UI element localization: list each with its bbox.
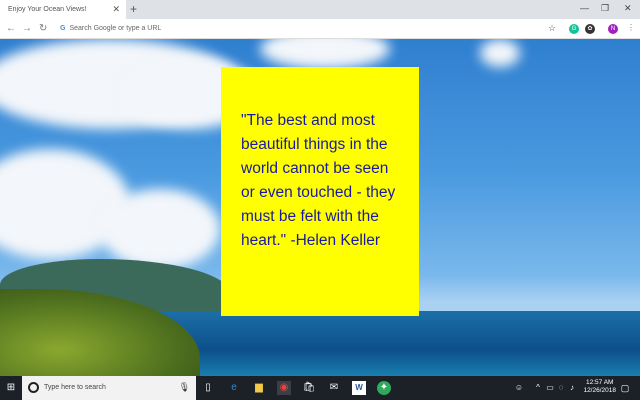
word-icon[interactable]: W — [352, 381, 366, 395]
mail-icon[interactable]: ✉ — [327, 381, 341, 395]
close-window-button[interactable]: ✕ — [624, 3, 632, 14]
menu-icon[interactable]: ⋮ — [627, 23, 635, 32]
date: 12/26/2018 — [583, 387, 616, 394]
minimize-button[interactable]: — — [580, 3, 589, 13]
browser-toolbar: ← → ↻ G Search Google or type a URL ☆ G ✿… — [0, 19, 640, 39]
google-icon: G — [60, 25, 66, 32]
taskbar: ⊞ Type here to search 🎙 ▯ e ▆ ◉ 🛍 ✉ W ✦ ☺… — [0, 376, 640, 400]
bookmark-star-icon[interactable]: ☆ — [548, 23, 556, 34]
back-button[interactable]: ← — [6, 23, 16, 34]
volume-icon[interactable]: ♪ — [565, 381, 579, 395]
restore-button[interactable]: ❐ — [601, 3, 609, 14]
file-explorer-icon[interactable]: ▆ — [252, 381, 266, 395]
store-icon[interactable]: 🛍 — [302, 381, 316, 395]
edge-icon[interactable]: e — [227, 381, 241, 395]
omnibox[interactable]: G Search Google or type a URL — [56, 22, 566, 36]
taskbar-search[interactable]: Type here to search 🎙 — [22, 376, 196, 400]
tab-title: Enjoy Your Ocean Views! — [8, 6, 87, 13]
cortana-icon — [28, 382, 39, 393]
quote-box: "The best and most beautiful things in t… — [221, 67, 419, 316]
tab-bar: Enjoy Your Ocean Views! ✕ + — ❐ ✕ — [0, 0, 640, 19]
omnibox-placeholder: Search Google or type a URL — [69, 25, 162, 32]
notifications-icon[interactable]: ▢ — [618, 381, 632, 395]
app-icon[interactable]: ✦ — [377, 381, 391, 395]
microphone-icon[interactable]: 🎙 — [179, 382, 190, 393]
ocean-background: "The best and most beautiful things in t… — [0, 39, 640, 376]
clock[interactable]: 12:57 AM 12/26/2018 — [583, 379, 616, 395]
close-tab-icon[interactable]: ✕ — [112, 4, 120, 15]
people-icon[interactable]: ☺ — [512, 381, 526, 395]
forward-button[interactable]: → — [22, 23, 32, 34]
extension-icon[interactable]: ✿ — [585, 24, 595, 34]
quote-text: "The best and most beautiful things in t… — [241, 112, 396, 249]
grammarly-extension-icon[interactable]: G — [569, 24, 579, 34]
search-placeholder: Type here to search — [44, 384, 106, 391]
tab-active[interactable]: Enjoy Your Ocean Views! ✕ — [0, 0, 126, 19]
new-tab-button[interactable]: + — [130, 2, 137, 16]
windows-start-icon[interactable]: ⊞ — [4, 381, 18, 395]
reload-button[interactable]: ↻ — [39, 23, 47, 34]
profile-avatar[interactable]: N — [608, 24, 618, 34]
chrome-icon[interactable]: ◉ — [277, 381, 291, 395]
task-view-icon[interactable]: ▯ — [201, 381, 215, 395]
time: 12:57 AM — [585, 379, 614, 386]
